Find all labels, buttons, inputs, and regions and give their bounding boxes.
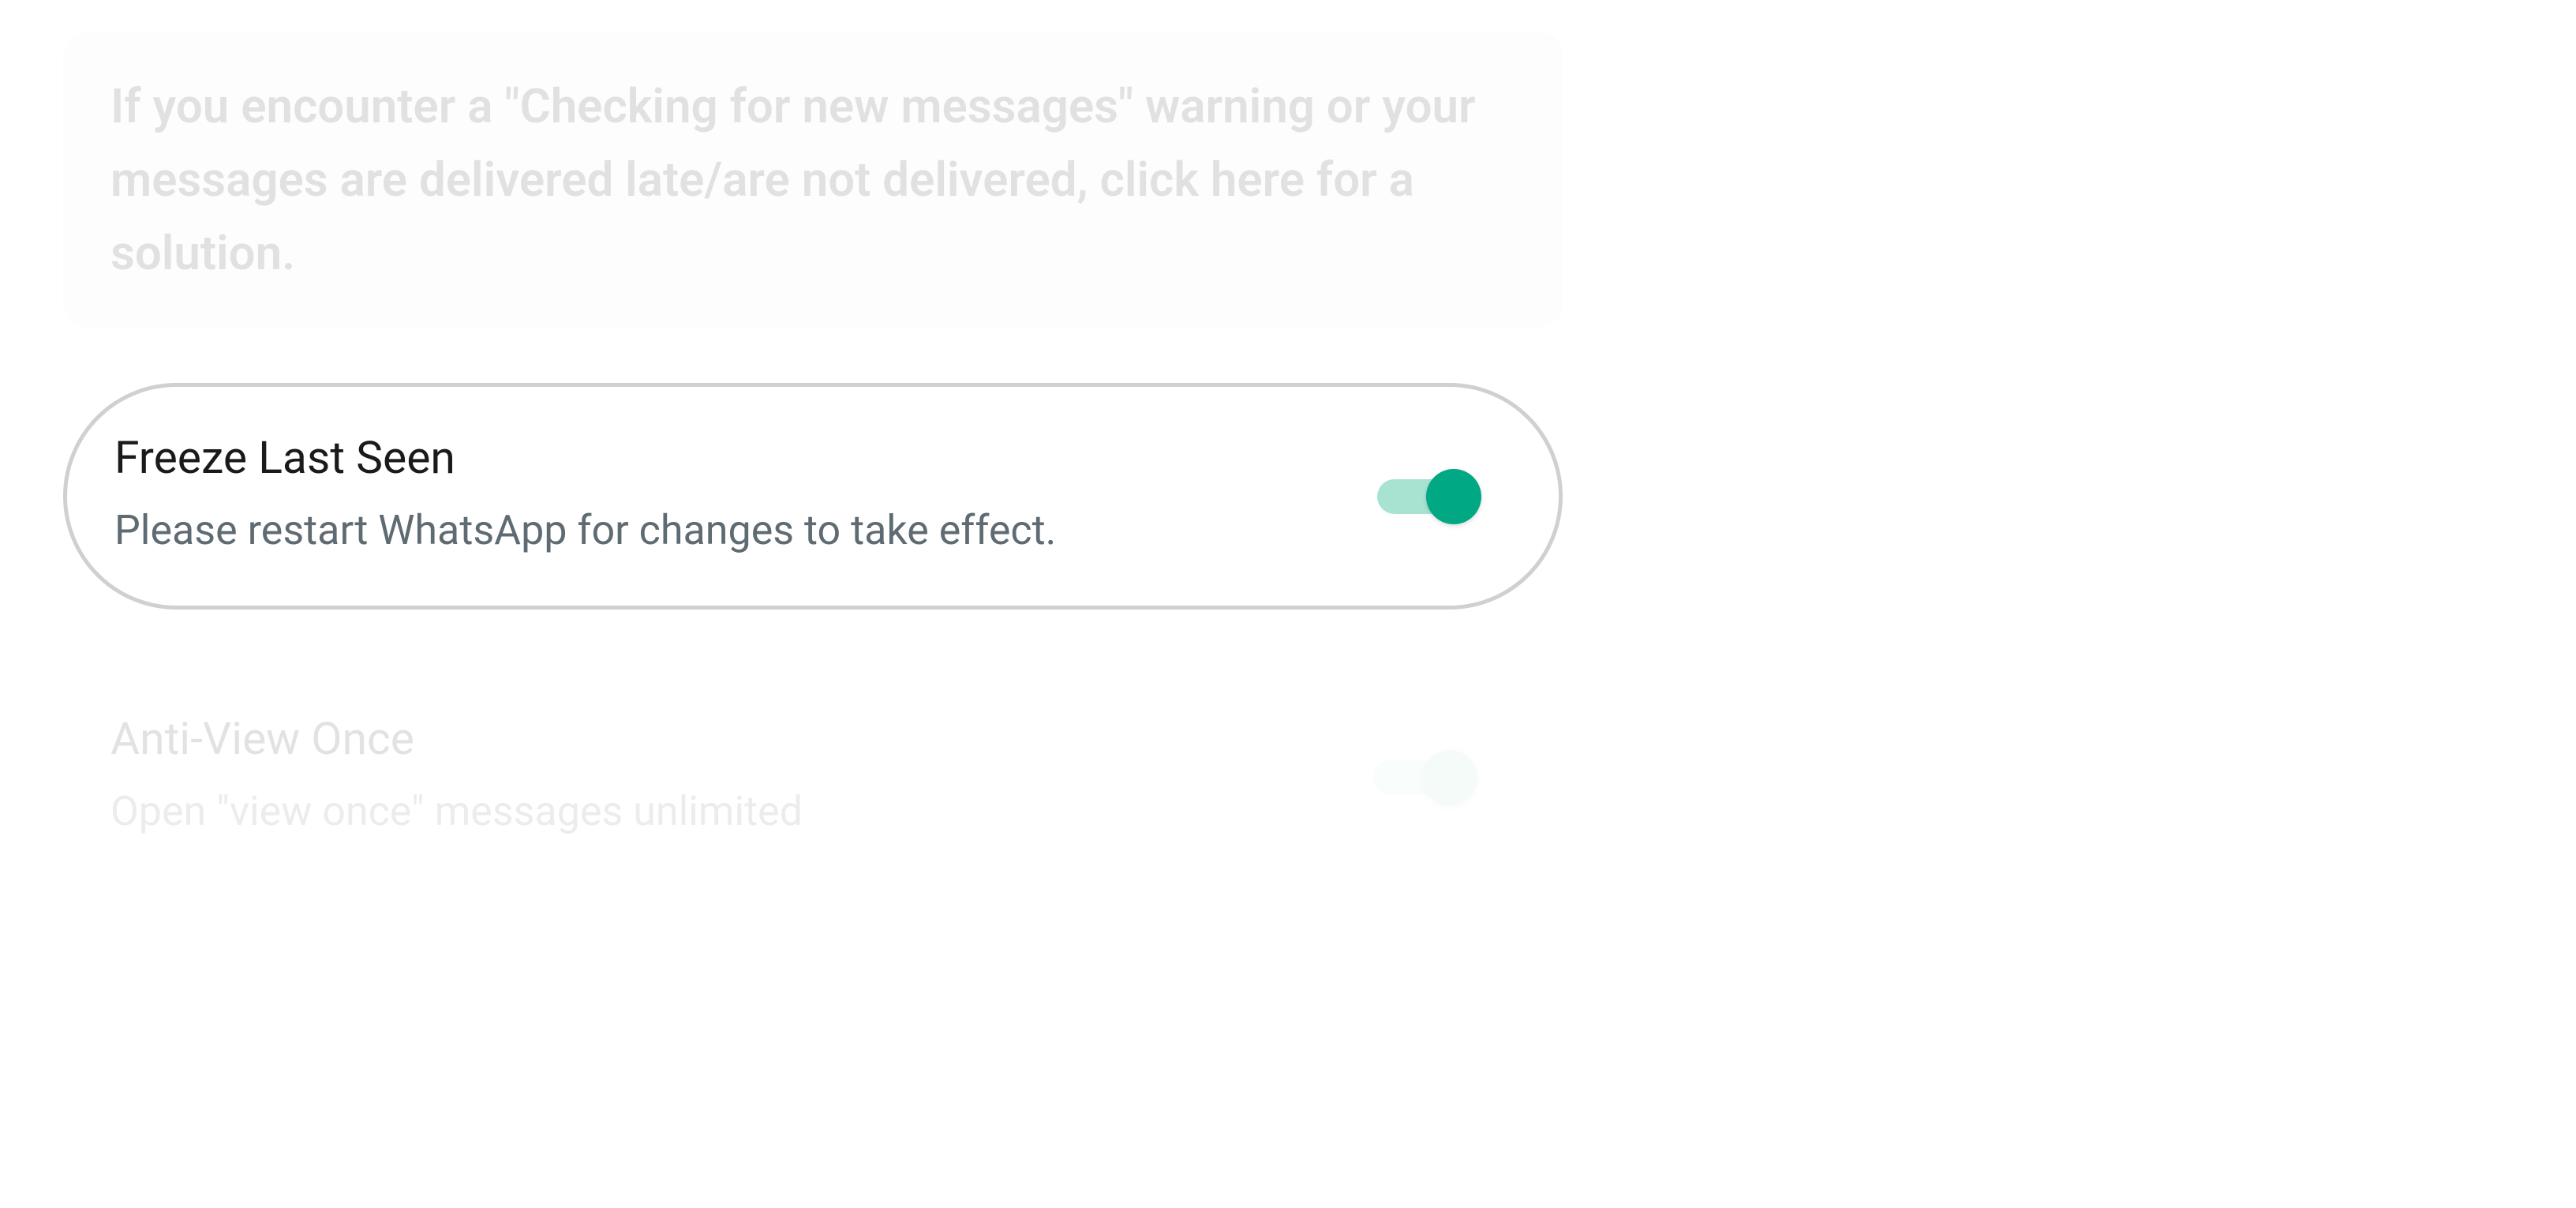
setting-title: Anti-View Once (110, 712, 1342, 765)
toggle-anti-view-once[interactable] (1373, 757, 1484, 798)
setting-anti-view-once[interactable]: Anti-View Once Open "view once" messages… (63, 688, 1563, 874)
setting-title: Freeze Last Seen (114, 431, 1346, 484)
info-banner[interactable]: If you encounter a "Checking for new mes… (63, 32, 1563, 328)
settings-container: If you encounter a "Checking for new mes… (0, 0, 1626, 906)
setting-subtitle: Please restart WhatsApp for changes to t… (114, 500, 1346, 561)
toggle-freeze-last-seen[interactable] (1377, 476, 1488, 517)
toggle-knob (1426, 469, 1481, 524)
setting-text-block: Anti-View Once Open "view once" messages… (110, 712, 1373, 842)
info-banner-text: If you encounter a "Checking for new mes… (110, 69, 1515, 290)
setting-freeze-last-seen[interactable]: Freeze Last Seen Please restart WhatsApp… (63, 383, 1563, 610)
setting-subtitle: Open "view once" messages unlimited (110, 781, 1342, 842)
toggle-knob (1422, 750, 1477, 805)
setting-text-block: Freeze Last Seen Please restart WhatsApp… (114, 431, 1377, 561)
